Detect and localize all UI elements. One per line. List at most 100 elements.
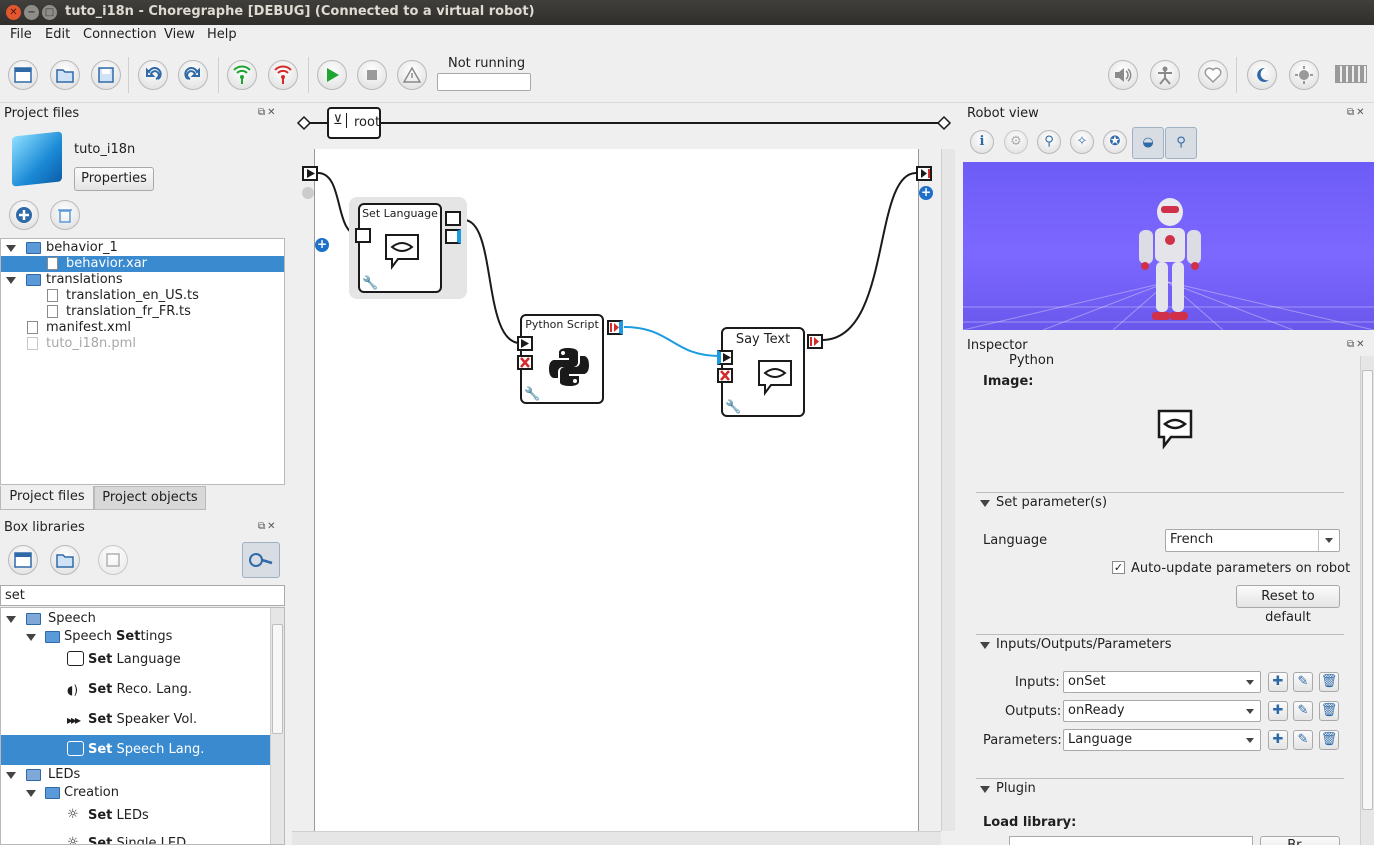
canvas-scrollbar-horizontal[interactable] xyxy=(292,831,941,845)
python-input-port[interactable] xyxy=(517,336,533,351)
add-parameter-button[interactable]: ✚ xyxy=(1268,730,1288,750)
debug-button[interactable] xyxy=(397,60,427,90)
tree-item[interactable]: translation_fr_FR.ts xyxy=(1,304,284,320)
python-output-port[interactable] xyxy=(607,320,623,335)
view-button-4[interactable]: ✧ xyxy=(1070,130,1094,154)
expand-arrow-icon[interactable] xyxy=(26,634,36,641)
set-language-box[interactable]: Set Language 🔧 xyxy=(358,203,442,293)
delete-file-button[interactable] xyxy=(50,200,80,230)
robot-3d-view[interactable] xyxy=(963,162,1374,330)
inspector-dock-buttons[interactable]: ⧉✕ xyxy=(1347,339,1367,350)
box-search-input[interactable]: set xyxy=(0,585,285,606)
menu-file[interactable]: File xyxy=(10,27,32,42)
wrench-icon[interactable]: 🔧 xyxy=(362,276,378,291)
canvas-scrollbar-vertical[interactable] xyxy=(941,149,955,831)
connect-button[interactable] xyxy=(227,60,257,90)
parameters-combo[interactable]: Language xyxy=(1063,729,1261,751)
tree-item[interactable]: Speech Settings xyxy=(1,628,284,646)
tree-item[interactable]: Set Language xyxy=(1,650,284,670)
motors-button[interactable] xyxy=(1150,60,1180,90)
say-text-output-port[interactable] xyxy=(807,334,823,349)
tab-project-objects[interactable]: Project objects xyxy=(94,486,206,510)
tree-item[interactable]: tuto_i18n.pml xyxy=(1,336,284,352)
new-project-button[interactable] xyxy=(8,60,38,90)
menu-connection[interactable]: Connection xyxy=(83,27,157,42)
view-button-5[interactable]: ✪ xyxy=(1103,130,1127,154)
view-button-3[interactable]: ⚲ xyxy=(1037,130,1061,154)
delete-parameter-button[interactable]: 🗑 xyxy=(1319,730,1339,750)
tab-project-files[interactable]: Project files xyxy=(0,486,94,510)
scroll-thumb[interactable] xyxy=(272,624,283,734)
say-text-stop-port[interactable] xyxy=(717,368,733,383)
collapse-arrow-icon[interactable] xyxy=(980,500,990,507)
wake-up-button[interactable] xyxy=(1289,60,1319,90)
play-button[interactable] xyxy=(317,60,347,90)
edit-input-button[interactable]: ✎ xyxy=(1293,672,1313,692)
menu-edit[interactable]: Edit xyxy=(45,27,70,42)
expand-arrow-icon[interactable] xyxy=(6,245,16,252)
set-language-input-port[interactable] xyxy=(355,228,371,243)
open-library-button[interactable] xyxy=(50,545,80,575)
library-options-button[interactable] xyxy=(98,545,128,575)
menu-help[interactable]: Help xyxy=(207,27,237,42)
properties-button[interactable]: Properties xyxy=(74,167,154,191)
project-files-dock-buttons[interactable]: ⧉✕ xyxy=(258,107,278,118)
set-language-output-port[interactable] xyxy=(445,211,461,226)
minimize-window-button[interactable]: − xyxy=(24,5,39,20)
autonomous-life-button[interactable] xyxy=(1198,60,1228,90)
section-inputs-outputs-parameters[interactable]: Inputs/Outputs/Parameters xyxy=(976,634,1344,656)
menu-view[interactable]: View xyxy=(164,27,195,42)
inspector-scrollbar[interactable] xyxy=(1360,356,1374,845)
tree-item[interactable]: behavior_1 xyxy=(1,240,284,256)
wrench-icon[interactable]: 🔧 xyxy=(725,400,741,415)
tree-item[interactable]: translation_en_US.ts xyxy=(1,288,284,304)
redo-button[interactable] xyxy=(178,60,208,90)
section-set-parameters[interactable]: Set parameter(s) xyxy=(976,492,1344,514)
reset-to-default-button[interactable]: Reset to default xyxy=(1236,585,1340,625)
expand-arrow-icon[interactable] xyxy=(6,616,16,623)
tree-item[interactable]: Set Speech Lang. xyxy=(1,735,270,765)
view-button-7[interactable]: ⚲ xyxy=(1165,127,1197,159)
save-project-button[interactable] xyxy=(91,60,121,90)
tree-item[interactable]: LEDs xyxy=(1,766,284,784)
scroll-thumb[interactable] xyxy=(1362,370,1373,810)
tree-item[interactable]: manifest.xml xyxy=(1,320,284,336)
inputs-combo[interactable]: onSet xyxy=(1063,671,1261,693)
tree-item[interactable]: Speech xyxy=(1,610,284,628)
robot-view-dock-buttons[interactable]: ⧉✕ xyxy=(1347,107,1367,118)
load-library-input[interactable] xyxy=(1009,836,1253,845)
box-libraries-dock-buttons[interactable]: ⧉✕ xyxy=(258,521,278,532)
undo-button[interactable] xyxy=(138,60,168,90)
rest-button[interactable] xyxy=(1247,60,1277,90)
expand-arrow-icon[interactable] xyxy=(6,772,16,779)
tree-item[interactable]: behavior.xar xyxy=(1,256,284,272)
language-combo[interactable]: French xyxy=(1165,529,1340,552)
collapse-arrow-icon[interactable] xyxy=(980,642,990,649)
edit-output-button[interactable]: ✎ xyxy=(1293,701,1313,721)
maximize-window-button[interactable]: □ xyxy=(42,5,57,20)
outputs-combo[interactable]: onReady xyxy=(1063,700,1261,722)
expand-arrow-icon[interactable] xyxy=(26,790,36,797)
search-toggle-button[interactable] xyxy=(242,542,280,578)
tree-item[interactable]: Creation xyxy=(1,784,284,802)
box-libraries-scrollbar[interactable] xyxy=(270,608,284,844)
tree-item[interactable]: ▸▸▸ Set Speaker Vol. xyxy=(1,710,284,730)
python-stop-port[interactable] xyxy=(517,355,533,370)
stop-button[interactable] xyxy=(357,60,387,90)
volume-button[interactable] xyxy=(1108,60,1138,90)
say-text-box[interactable]: Say Text 🔧 xyxy=(721,327,805,417)
auto-update-checkbox[interactable]: ✓ xyxy=(1112,561,1125,574)
tree-item[interactable]: ◖) Set Reco. Lang. xyxy=(1,680,284,700)
section-plugin[interactable]: Plugin xyxy=(976,778,1344,800)
expand-arrow-icon[interactable] xyxy=(6,277,16,284)
collapse-arrow-icon[interactable] xyxy=(980,786,990,793)
tree-item[interactable]: ☼ Set Single LED xyxy=(1,834,284,844)
view-settings-button[interactable]: ⚙ xyxy=(1004,130,1028,154)
browse-button[interactable]: Br... xyxy=(1260,836,1340,845)
view-button-6[interactable]: ◒ xyxy=(1132,127,1164,159)
add-input-button[interactable]: ✚ xyxy=(1268,672,1288,692)
say-text-input-port[interactable] xyxy=(717,350,733,365)
edit-parameter-button[interactable]: ✎ xyxy=(1293,730,1313,750)
wrench-icon[interactable]: 🔧 xyxy=(524,387,540,402)
open-project-button[interactable] xyxy=(50,60,80,90)
